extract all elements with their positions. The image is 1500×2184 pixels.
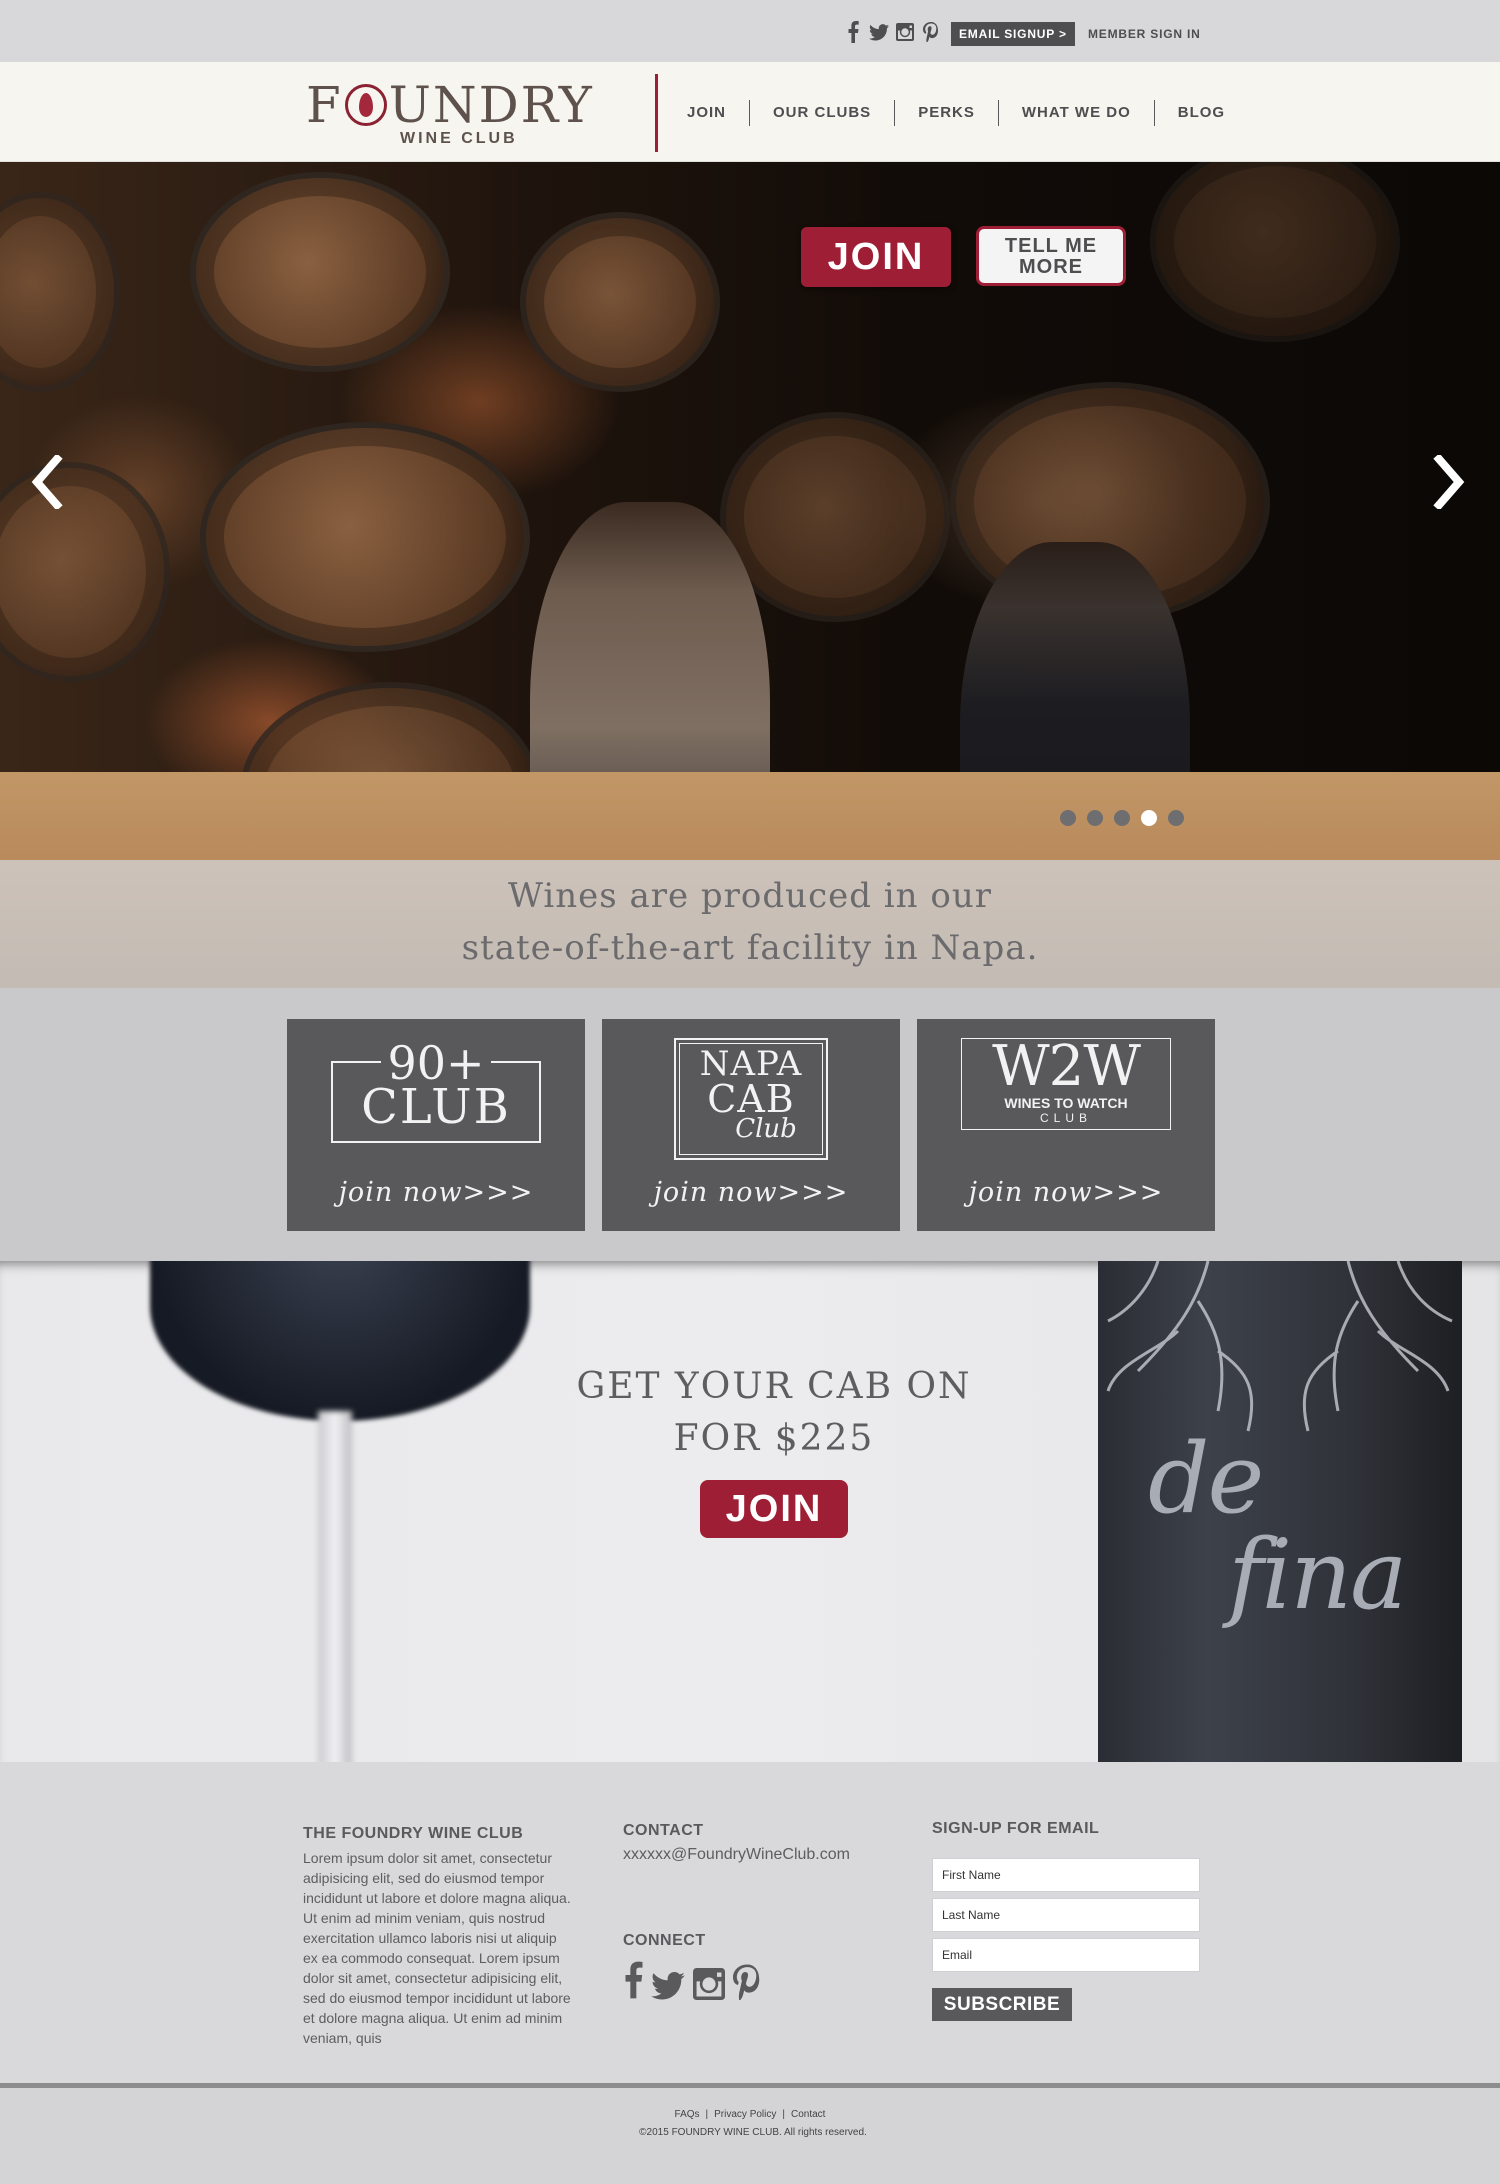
faqs-link[interactable]: FAQs: [669, 2109, 706, 2120]
clubs-section: 90+ CLUB join now>>> NAPA CAB Club join …: [0, 988, 1500, 1261]
instagram-icon[interactable]: [895, 20, 915, 44]
twitter-icon[interactable]: [651, 1972, 685, 2005]
nav-what-we-do[interactable]: WHAT WE DO: [999, 100, 1154, 126]
hero-join-button[interactable]: JOIN: [801, 227, 951, 287]
footer-contact-heading: CONTACT: [623, 1822, 704, 1839]
90plus-club-logo: 90+ CLUB: [331, 1040, 541, 1143]
contact-link[interactable]: Contact: [785, 2109, 831, 2120]
logo-text: CAB: [707, 1077, 795, 1121]
site-footer: [0, 1762, 1500, 2088]
footer-connect-heading: CONNECT: [623, 1932, 706, 1949]
footer-contact-email[interactable]: xxxxxx@FoundryWineClub.com: [623, 1846, 850, 1864]
promo-section: de fina GET YOUR CAB ON FOR $225 JOIN: [0, 1261, 1500, 1762]
nav-our-clubs[interactable]: OUR CLUBS: [750, 100, 894, 126]
footer-about-heading: THE FOUNDRY WINE CLUB: [303, 1825, 524, 1842]
logo-text: CLUB: [1039, 1111, 1092, 1125]
slide-dot[interactable]: [1060, 810, 1076, 826]
copyright-text: ©2015 FOUNDRY WINE CLUB. All rights rese…: [639, 2127, 867, 2138]
bottle-label-line: fina: [1228, 1519, 1407, 1631]
promo-title: GET YOUR CAB ON FOR $225: [0, 1361, 1500, 1465]
top-social-links: [843, 20, 941, 44]
last-name-field[interactable]: [932, 1898, 1200, 1932]
barrel-image: [0, 192, 120, 392]
instagram-icon[interactable]: [693, 1968, 725, 2005]
club-join-now-link[interactable]: join now>>>: [287, 1177, 585, 1208]
slide-dot[interactable]: [1168, 810, 1184, 826]
main-nav: JOIN OUR CLUBS PERKS WHAT WE DO BLOG: [664, 100, 1248, 126]
email-field[interactable]: [932, 1938, 1200, 1972]
header-divider: [655, 74, 658, 152]
first-name-field[interactable]: [932, 1858, 1200, 1892]
hero-slider: JOIN TELL ME MORE Wines are produced in …: [0, 162, 1500, 988]
flame-icon: [344, 84, 387, 126]
subscribe-button[interactable]: SUBSCRIBE: [932, 1988, 1072, 2021]
nav-perks[interactable]: PERKS: [895, 100, 998, 126]
email-signup-button[interactable]: EMAIL SIGNUP >: [951, 22, 1075, 46]
napa-cab-club-logo: NAPA CAB Club: [674, 1038, 828, 1160]
pinterest-icon[interactable]: [733, 1964, 761, 2005]
promo-title-line2: FOR $225: [673, 1418, 875, 1459]
facebook-icon[interactable]: [623, 1960, 643, 2005]
hero-caption-line1: Wines are produced in our: [507, 876, 993, 916]
footer-signup-heading: SIGN-UP FOR EMAIL: [932, 1820, 1100, 1837]
logo-text: CLUB: [361, 1079, 511, 1135]
foundry-logo[interactable]: F UNDRY WINE CLUB: [306, 76, 628, 147]
club-card-w2w[interactable]: W2W WINES TO WATCH CLUB join now>>>: [917, 1019, 1215, 1231]
barrel-image: [520, 212, 720, 392]
bottom-bar: [0, 2093, 1500, 2184]
nav-blog[interactable]: BLOG: [1155, 100, 1248, 126]
wine-bottle-image: de fina: [1098, 1261, 1462, 1762]
logo-subtitle: WINE CLUB: [400, 130, 518, 147]
site-header: F UNDRY WINE CLUB JOIN OUR CLUBS PERKS WH…: [0, 62, 1500, 162]
club-join-now-link[interactable]: join now>>>: [917, 1177, 1215, 1208]
facebook-icon[interactable]: [843, 20, 863, 44]
slide-indicators: [1060, 810, 1184, 826]
privacy-policy-link[interactable]: Privacy Policy: [708, 2109, 782, 2120]
slide-dot-active[interactable]: [1141, 810, 1157, 826]
twitter-icon[interactable]: [869, 20, 889, 44]
footer-about-text: Lorem ipsum dolor sit amet, consectetur …: [303, 1850, 571, 2046]
logo-wordmark: F UNDRY: [306, 76, 594, 134]
barrel-image: [190, 172, 450, 372]
logo-text: W2W: [992, 1034, 1141, 1099]
hero-caption: Wines are produced in our state-of-the-a…: [0, 870, 1500, 974]
nav-join[interactable]: JOIN: [664, 100, 749, 126]
club-card-90plus[interactable]: 90+ CLUB join now>>>: [287, 1019, 585, 1231]
slide-dot[interactable]: [1087, 810, 1103, 826]
next-slide-arrow[interactable]: [1430, 452, 1470, 512]
bottom-links: FAQs | Privacy Policy | Contact: [0, 2109, 1500, 2120]
barrel-image: [720, 412, 950, 622]
barrel-image: [1150, 162, 1400, 342]
barrel-image: [200, 422, 530, 652]
footer-social-links: [623, 1960, 761, 2005]
tell-me-more-button[interactable]: TELL ME MORE: [976, 226, 1126, 286]
utility-bar: EMAIL SIGNUP > MEMBER SIGN IN: [0, 0, 1500, 62]
w2w-club-logo: W2W WINES TO WATCH CLUB: [961, 1038, 1171, 1130]
slide-dot[interactable]: [1114, 810, 1130, 826]
tell-me-more-line2: MORE: [1019, 256, 1083, 278]
club-join-now-link[interactable]: join now>>>: [602, 1177, 900, 1208]
promo-join-button[interactable]: JOIN: [700, 1480, 848, 1538]
hero-caption-line2: state-of-the-art facility in Napa.: [461, 928, 1039, 968]
club-card-napa-cab[interactable]: NAPA CAB Club join now>>>: [602, 1019, 900, 1231]
promo-title-line1: GET YOUR CAB ON: [576, 1366, 972, 1407]
prev-slide-arrow[interactable]: [26, 452, 66, 512]
tell-me-more-line1: TELL ME: [1004, 235, 1098, 257]
pinterest-icon[interactable]: [921, 20, 941, 44]
logo-text: 90+: [381, 1040, 491, 1086]
member-signin-link[interactable]: MEMBER SIGN IN: [1088, 22, 1201, 46]
